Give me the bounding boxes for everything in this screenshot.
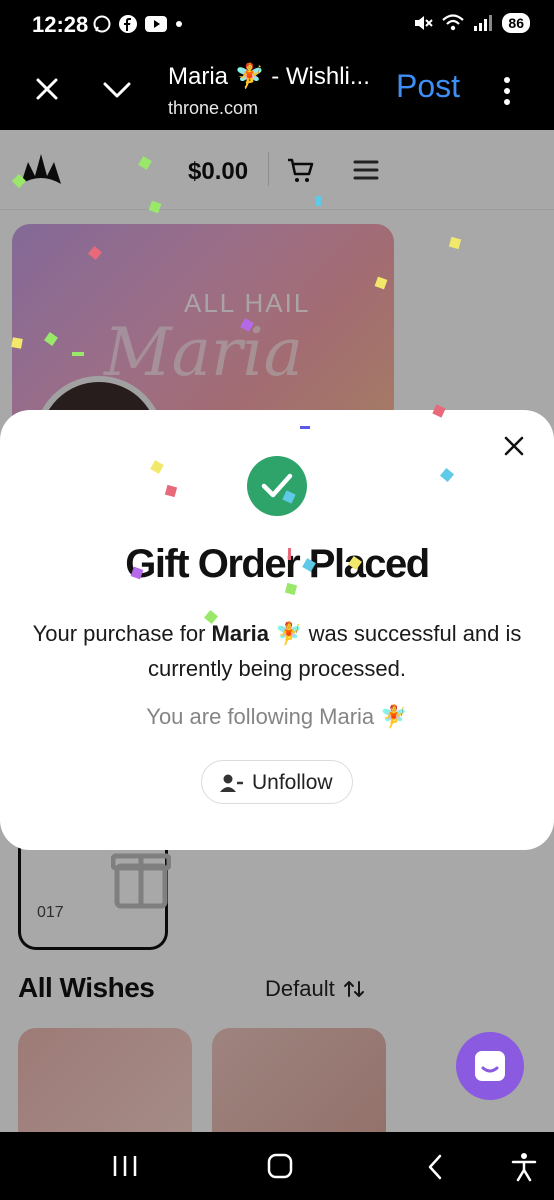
unfollow-button[interactable]: Unfollow: [201, 760, 353, 804]
unfollow-label: Unfollow: [252, 771, 333, 794]
wifi-icon: [442, 14, 465, 31]
message-prefix: Your purchase for: [32, 621, 212, 646]
chat-button[interactable]: [456, 1032, 524, 1100]
chat-icon: [475, 1051, 505, 1081]
page-url: throne.com: [168, 98, 259, 118]
system-nav-bar: [0, 1132, 554, 1200]
confetti-piece: [11, 337, 23, 349]
facebook-icon: [119, 15, 137, 33]
battery-icon: 86: [502, 13, 530, 33]
chevron-down-icon[interactable]: [100, 76, 134, 104]
modal-title: Gift Order Placed: [125, 542, 430, 586]
system-icons: 86: [412, 12, 530, 34]
message-name: Maria 🧚: [211, 621, 303, 646]
modal-message: Your purchase for Maria 🧚 was successful…: [20, 616, 534, 686]
confetti-piece: [316, 196, 321, 206]
following-status: You are following Maria 🧚: [146, 704, 408, 729]
status-time: 12:28: [32, 12, 89, 37]
accessibility-icon[interactable]: [510, 1152, 538, 1182]
browser-toolbar: Maria 🧚 - Wishli... throne.com Post: [0, 50, 554, 130]
status-bar: 12:28 86: [0, 0, 554, 50]
success-check-icon: [247, 456, 307, 516]
user-minus-icon: [220, 774, 243, 792]
signal-icon: [474, 15, 493, 31]
page-title: Maria 🧚 - Wishli...: [168, 63, 370, 90]
mute-icon: [415, 16, 434, 30]
youtube-icon: [145, 16, 167, 32]
close-icon[interactable]: [30, 72, 64, 106]
confetti-piece: [288, 548, 291, 560]
confetti-piece: [72, 352, 84, 356]
order-confirmation-modal: Gift Order Placed Your purchase for Mari…: [0, 410, 554, 850]
home-icon[interactable]: [266, 1152, 294, 1180]
more-options-icon[interactable]: [500, 74, 514, 108]
confetti-piece: [300, 426, 310, 429]
back-icon[interactable]: [426, 1154, 444, 1180]
notification-icons: [92, 14, 184, 34]
modal-close-icon[interactable]: [500, 432, 528, 460]
recent-apps-icon[interactable]: [110, 1154, 140, 1178]
chat-bubble-icon: [93, 15, 111, 33]
dot-icon: [176, 21, 182, 27]
post-button[interactable]: Post: [396, 68, 460, 105]
